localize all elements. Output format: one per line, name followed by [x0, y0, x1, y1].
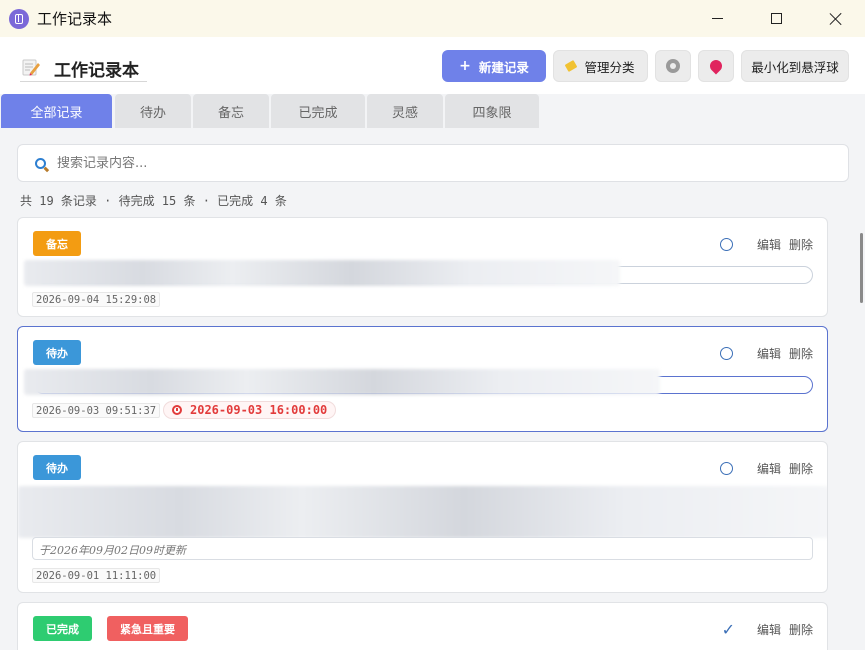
- close-icon: [828, 12, 842, 26]
- records-panel: 共 19 条记录 · 待完成 15 条 · 已完成 4 条 备忘 编辑 删除 2…: [0, 128, 865, 650]
- minimize-icon: [711, 17, 723, 20]
- reminder-badge: 2026-09-03 16:00:00: [163, 401, 337, 419]
- status-toggle-icon[interactable]: [719, 347, 733, 360]
- category-badge: 待办: [33, 340, 81, 365]
- redacted-content: [24, 369, 660, 395]
- scrollbar-thumb[interactable]: [860, 233, 863, 303]
- tab-done[interactable]: 已完成: [271, 94, 365, 128]
- minimize-to-float-label: 最小化到悬浮球: [751, 59, 839, 75]
- search-box[interactable]: [17, 144, 849, 182]
- gear-icon: [666, 59, 680, 73]
- edit-button[interactable]: 编辑: [757, 621, 781, 638]
- app-header: 工作记录本 + 新建记录 管理分类 最小化到悬浮球: [0, 37, 865, 94]
- record-card[interactable]: 已完成 紧急且重要 ✓ 编辑 删除: [17, 602, 828, 650]
- title-divider: [20, 81, 147, 82]
- delete-button[interactable]: 删除: [789, 621, 813, 638]
- search-input[interactable]: [57, 155, 817, 171]
- edit-button[interactable]: 编辑: [757, 236, 781, 253]
- minimize-button[interactable]: [688, 0, 746, 37]
- tab-all[interactable]: 全部记录: [1, 94, 112, 128]
- plus-icon: +: [459, 58, 471, 74]
- new-record-label: 新建记录: [478, 59, 529, 75]
- update-note: 于2026年09月02日09时更新: [32, 537, 813, 560]
- delete-button[interactable]: 删除: [789, 236, 813, 253]
- record-card[interactable]: 待办 编辑 删除 2026-09-03 09:51:37 2026-09-03 …: [17, 326, 828, 432]
- search-icon: [35, 157, 46, 169]
- created-timestamp: 2026-09-03 09:51:37: [32, 403, 161, 418]
- alarm-clock-icon: [172, 405, 182, 415]
- minimize-to-float-button[interactable]: 最小化到悬浮球: [741, 50, 849, 82]
- edit-button[interactable]: 编辑: [757, 460, 781, 477]
- delete-button[interactable]: 删除: [789, 460, 813, 477]
- manage-categories-button[interactable]: 管理分类: [553, 50, 648, 82]
- settings-button[interactable]: [655, 50, 691, 82]
- update-note-text: 于2026年09月02日09时更新: [39, 544, 186, 557]
- notebook-icon: [9, 8, 29, 29]
- redacted-content: [24, 260, 620, 286]
- maximize-button[interactable]: [747, 0, 805, 37]
- tab-ideas[interactable]: 灵感: [367, 94, 443, 128]
- tab-memo[interactable]: 备忘: [193, 94, 269, 128]
- window-title: 工作记录本: [37, 10, 113, 28]
- tab-quadrants[interactable]: 四象限: [445, 94, 539, 128]
- created-timestamp: 2026-09-04 15:29:08: [32, 292, 161, 307]
- checkmark-icon[interactable]: ✓: [722, 621, 735, 637]
- category-badge: 备忘: [33, 231, 81, 256]
- reminder-time: 2026-09-03 16:00:00: [190, 403, 328, 417]
- redacted-content: [18, 486, 827, 538]
- status-toggle-icon[interactable]: [719, 238, 733, 251]
- category-badge: 待办: [33, 455, 81, 480]
- category-badge: 已完成: [33, 616, 92, 641]
- new-record-button[interactable]: + 新建记录: [442, 50, 546, 82]
- created-timestamp: 2026-09-01 11:11:00: [32, 568, 161, 583]
- manage-categories-label: 管理分类: [584, 59, 635, 75]
- page-title: 工作记录本: [54, 61, 139, 81]
- maximize-icon: [770, 13, 782, 24]
- tag-icon: [565, 60, 578, 72]
- record-card[interactable]: 备忘 编辑 删除 2026-09-04 15:29:08: [17, 217, 828, 317]
- close-button[interactable]: [806, 0, 864, 37]
- status-toggle-icon[interactable]: [719, 462, 733, 475]
- delete-button[interactable]: 删除: [789, 345, 813, 362]
- memo-pencil-icon: [22, 59, 40, 76]
- tab-bar: 全部记录 待办 备忘 已完成 灵感 四象限: [0, 94, 865, 128]
- pin-on-top-button[interactable]: [698, 50, 734, 82]
- pushpin-icon: [707, 57, 725, 75]
- title-bar: 工作记录本: [0, 0, 865, 37]
- record-card[interactable]: 待办 编辑 删除 于2026年09月02日09时更新 2026-09-01 11…: [17, 441, 828, 593]
- tab-todo[interactable]: 待办: [115, 94, 191, 128]
- record-stats: 共 19 条记录 · 待完成 15 条 · 已完成 4 条: [20, 194, 287, 208]
- priority-badge: 紧急且重要: [107, 616, 188, 641]
- edit-button[interactable]: 编辑: [757, 345, 781, 362]
